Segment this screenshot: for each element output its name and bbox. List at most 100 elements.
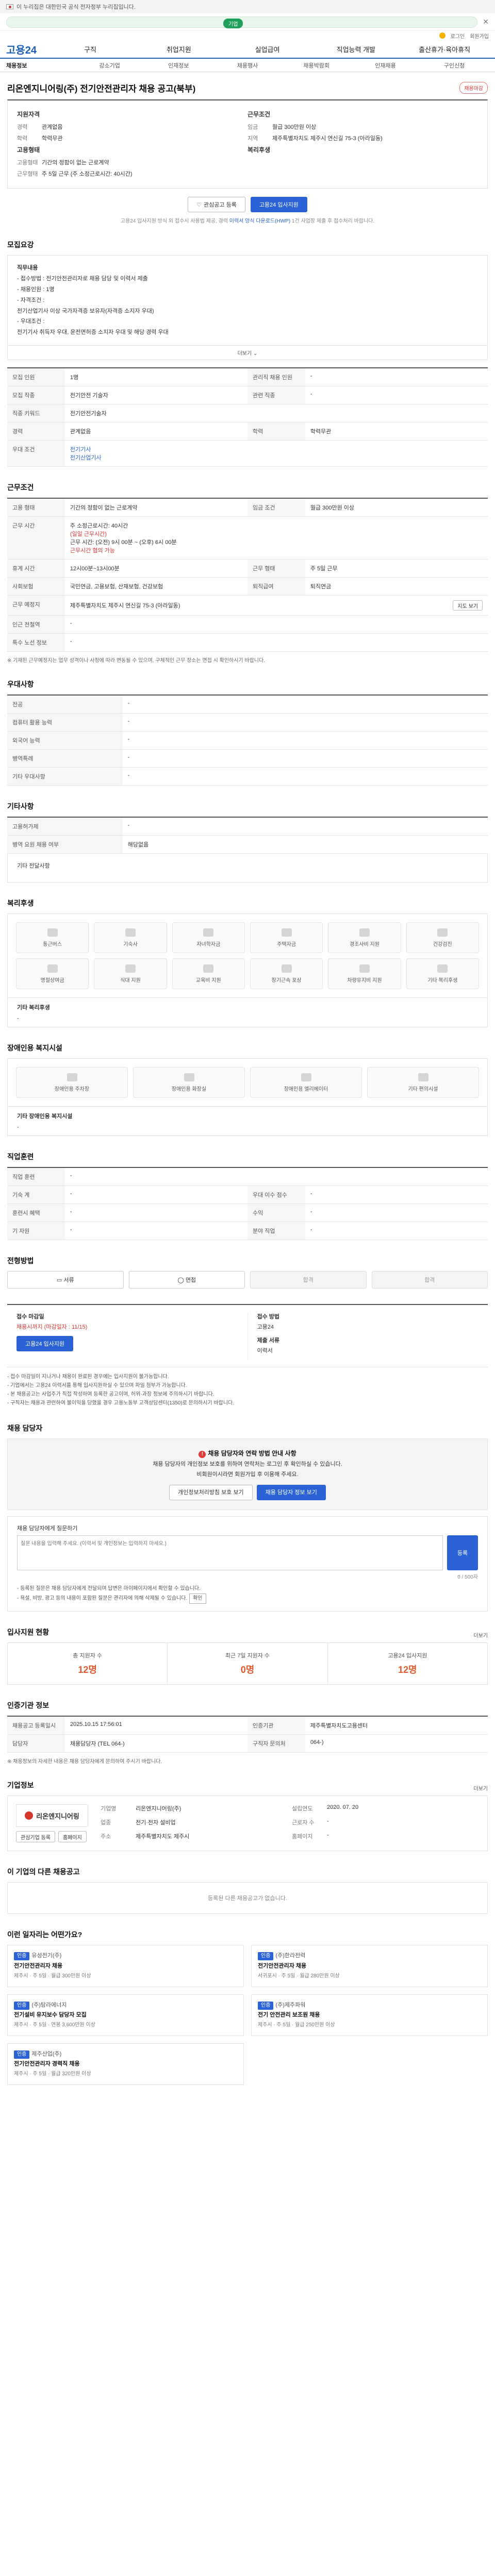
location-label: 근무 예정지 (7, 595, 65, 616)
health-icon (437, 928, 448, 937)
table-row: 모집 직종 전기안전 기술자 관련 직종 - (7, 386, 488, 405)
local-nav: 채용정보 강소기업 인재정보 채용행사 채용박람회 인재채용 구인신청 (0, 59, 495, 72)
company-logo: 리온엔지니어링 (16, 1804, 88, 1827)
apply-note-line: - 본 채용공고는 사업주가 직접 작성하여 등록한 공고이며, 허위·과장 정… (7, 1392, 214, 1398)
gnb-item-leave[interactable]: 출산휴가·육아휴직 (400, 44, 489, 54)
login-link[interactable]: 로그인 (451, 32, 465, 40)
join-link[interactable]: 회원가입 (470, 32, 489, 40)
apply-note-line: - 구직자는 채용과 관련하여 불이익을 당했을 경우 고용노동부 고객상담센터… (7, 1400, 234, 1406)
step-interview: ◯ 면접 (128, 1271, 245, 1289)
duty-more-button[interactable]: 더보기 ⌄ (7, 346, 488, 361)
etc-heading: 기타사항 (7, 802, 34, 811)
edu-row-label: 학력 (247, 422, 305, 441)
duty-line: 직무내용 (17, 265, 38, 271)
lnb-item-talent[interactable]: 인재정보 (144, 61, 213, 70)
contact-info-button[interactable]: 채용 담당자 정보 보기 (256, 1485, 326, 1501)
qual-heading: 지원자격 (17, 111, 40, 118)
break-value: 12시00분~13시00분 (64, 559, 248, 578)
question-confirm-button[interactable]: 확인 (189, 1594, 206, 1604)
theme-icon[interactable] (439, 32, 446, 39)
disability-extra-label: 기타 장애인용 복지시설 (17, 1113, 73, 1120)
question-submit-button[interactable]: 등록 (447, 1535, 478, 1571)
table-row: 휴게 시간 12시00분~13시00분 근무 형태 주 5일 근무 (7, 559, 488, 578)
table-row: 고용허가제 - (7, 817, 488, 836)
resume-download-link[interactable]: 이력서 양식 다운로드(HWP) (229, 218, 290, 224)
close-icon[interactable]: ✕ (483, 18, 489, 26)
etc-key: 고용허가제 (7, 817, 123, 836)
lnb-item-fair[interactable]: 채용박람회 (282, 61, 351, 70)
gnb-item-job-seek[interactable]: 구직 (46, 44, 135, 54)
company-more-link[interactable]: 더보기 (473, 1784, 488, 1792)
recommend-card[interactable]: 인증 제주산업(주) 전기안전관리자 경력직 채용 제주시 · 주 5일 · 월급 3… (7, 2043, 244, 2085)
bonus-icon (47, 964, 58, 973)
reco-tag: 인증 (14, 2001, 30, 2010)
toilet-icon (184, 1073, 194, 1081)
table-row: 병역특례 - (7, 749, 488, 768)
method-label: 접수 방법 (257, 1314, 280, 1320)
question-input[interactable] (17, 1535, 443, 1571)
summary-left: 지원자격 경력 관계없음 학력 학력무관 고용형태 고용형태 기간의 정함이 없는 근… (17, 108, 248, 181)
lnb-item-event[interactable]: 채용행사 (213, 61, 282, 70)
company-homepage-button[interactable]: 홈페이지 (58, 1831, 87, 1843)
pref-val: - (122, 767, 488, 786)
stats-more-link[interactable]: 더보기 (473, 1631, 488, 1639)
lnb-item-small-giant[interactable]: 강소기업 (75, 61, 144, 70)
scrap-button[interactable]: ♡ 관심공고 등록 (188, 197, 245, 212)
pref-key: 기타 우대사항 (7, 767, 123, 786)
step-label: 합격 (424, 1277, 435, 1284)
work-section: 근무조건 고용 형태 기간의 정함이 없는 근로계약 임금 조건 월급 300만원 이… (7, 482, 488, 664)
lnb-item-recruit[interactable]: 인재채용 (351, 61, 420, 70)
work-hours-label: 근무형태 (17, 171, 38, 177)
hours-sub: (일일 근무시간) (70, 531, 107, 538)
privacy-button[interactable]: 개인정보처리방침 보호 보기 (169, 1485, 253, 1501)
stat-value: 12명 (398, 1665, 417, 1675)
welfare-label: 통근버스 (43, 941, 62, 947)
stat-label: 고용24 입사지원 (388, 1653, 427, 1659)
recommend-card[interactable]: 인증 (주)제주파워 전기 안전관리 보조원 채용 제주시 · 주 5일 · 월급 2… (251, 1994, 488, 2036)
training-val: - (64, 1185, 248, 1205)
gnb-item-employment-support[interactable]: 취업지원 (135, 44, 223, 54)
etc-extra-box: 기타 전달사항 (7, 854, 488, 883)
posting-actions: ♡ 관심공고 등록 고용24 입사지원 (7, 197, 488, 212)
posting-header: 리온엔지니어링(주) 전기안전관리자 채용 공고(북부) 채용마감 (7, 72, 488, 99)
reco-tag: 인증 (258, 1952, 274, 1961)
job-table: 모집 인원 1명 관리직 채용 인원 - 모집 직종 전기안전 기술자 관련 직종 - 직종… (7, 367, 488, 467)
gnb-item-unemployment[interactable]: 실업급여 (223, 44, 312, 54)
training-heading: 직업훈련 (7, 1153, 34, 1161)
agency-table: 채용공고 등록일시 2025.10.15 17:56:01 인증기관 제주특별자치도고… (7, 1716, 488, 1753)
step-pass-1: 합격 (250, 1271, 367, 1289)
apply-button-bottom[interactable]: 고용24 입사지원 (16, 1336, 74, 1352)
duty-line: 전기기사 취득자 우대, 운전면허증 소지자 우대 및 해당 경력 우대 (17, 329, 169, 336)
work-hours-value: 주 5일 근무 (주 소정근로시간: 40시간) (42, 171, 133, 177)
reco-title: 전기안전관리자 채용 (14, 1963, 63, 1970)
lnb-item-post[interactable]: 구인신청 (420, 61, 489, 70)
gnb-item-skills[interactable]: 직업능력 개발 (311, 44, 400, 54)
user-type-switch[interactable]: 기업 (6, 16, 478, 28)
apply-button[interactable]: 고용24 입사지원 (250, 197, 307, 212)
cond-heading: 근무조건 (248, 111, 271, 118)
table-row: 근무 시간 주 소정근로시간: 40시간 (일일 근무시간) 근무 시간: (오… (7, 516, 488, 560)
agency-heading: 인증기관 정보 (7, 1701, 50, 1710)
disability-section: 장애인용 복지시설 장애인용 주차장 장애인용 화장실 장애인용 엘리베이터 기… (7, 1043, 488, 1137)
company-key: 주소 (101, 1833, 111, 1840)
training-key: 기 자원 (7, 1222, 65, 1241)
map-button[interactable]: 지도 보기 (453, 600, 483, 611)
gov-banner-text: 이 누리집은 대한민국 공식 전자정부 누리집입니다. (16, 4, 136, 10)
welfare-label: 장기근속 포상 (271, 977, 302, 984)
company-heading: 기업정보 (7, 1781, 34, 1790)
reco-company: 유성전기(주) (31, 1953, 62, 1959)
pref-cond-value: 전기산업기사 (70, 455, 102, 462)
agency-footnote: ※ 채용정보의 자세한 내용은 채용 담당자에게 문의하여 주시기 바랍니다. (7, 1759, 162, 1765)
duty-line: - 우대조건 : (17, 318, 45, 325)
recommend-card[interactable]: 인증 (주)한라전력 전기안전관리자 채용 서귀포시 · 주 5일 · 월급 280만… (251, 1945, 488, 1987)
meal-icon (125, 964, 136, 973)
apply-note-line: - 접수 마감일이 지나거나 채용이 완료된 경우에는 입사지원이 불가능합니다… (7, 1374, 169, 1380)
disability-item-elevator: 장애인용 엘리베이터 (250, 1067, 362, 1098)
recommend-card[interactable]: 인증 (주)탐라에너지 전기설비 유지보수 담당자 모집 제주시 · 주 5일 · 연… (7, 1994, 244, 2036)
recommend-card[interactable]: 인증 유성전기(주) 전기안전관리자 채용 제주시 · 주 5일 · 월급 300만원… (7, 1945, 244, 1987)
company-follow-button[interactable]: 관심기업 등록 (16, 1831, 55, 1843)
site-logo[interactable]: 고용24 (6, 42, 37, 57)
table-row: 인근 전철역 - (7, 615, 488, 634)
break-label: 휴게 시간 (7, 559, 65, 578)
lnb-item-jobs[interactable]: 채용정보 (6, 61, 75, 70)
